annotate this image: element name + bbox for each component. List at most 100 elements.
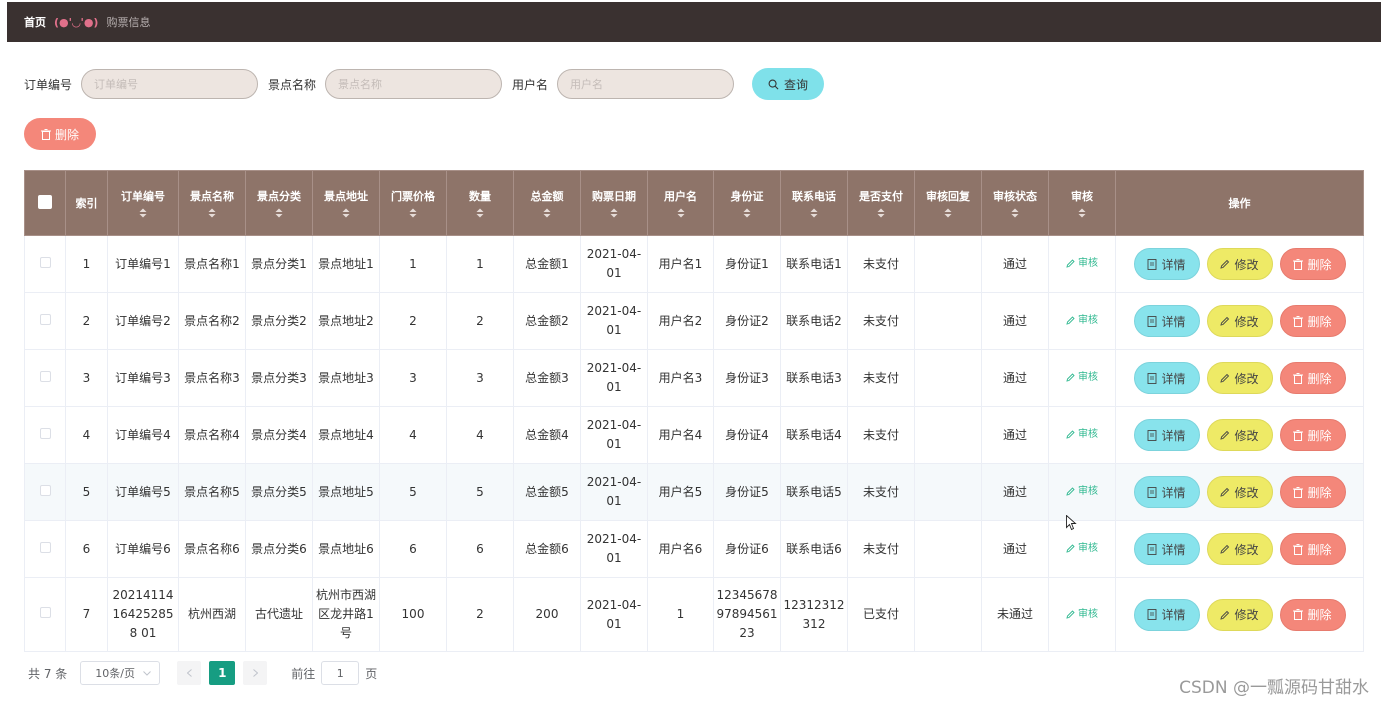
row-select-cell[interactable] (24, 235, 66, 293)
audit-link[interactable]: 审核 (1066, 311, 1098, 330)
page-number-current[interactable]: 1 (209, 661, 236, 685)
row-checkbox[interactable] (39, 484, 51, 496)
row-checkbox[interactable] (39, 370, 51, 382)
detail-button[interactable]: 详情 (1133, 305, 1200, 337)
column-header[interactable]: 联系电话 (780, 170, 848, 236)
username-label: 用户名 (512, 77, 549, 92)
prev-page-button[interactable] (177, 661, 202, 685)
table-row[interactable]: 2 订单编号2 景点名称2 景点分类2 景点地址2 2 2 总金额2 2021-04-01 用户名… (24, 292, 1364, 350)
row-select-cell[interactable] (24, 349, 66, 407)
delete-button[interactable]: 删除 (1279, 419, 1346, 451)
sort-caret-icon[interactable] (248, 208, 310, 218)
sort-caret-icon[interactable] (449, 208, 511, 218)
detail-button[interactable]: 详情 (1133, 598, 1200, 631)
row-checkbox[interactable] (39, 541, 51, 553)
table-row[interactable]: 1 订单编号1 景点名称1 景点分类1 景点地址1 1 1 总金额1 2021-04-01 用户名… (24, 235, 1364, 293)
sort-caret-icon[interactable] (110, 208, 176, 218)
row-checkbox[interactable] (39, 313, 51, 325)
column-header[interactable]: 用户名 (647, 170, 714, 236)
column-header[interactable]: 购票日期 (580, 170, 648, 236)
goto-page-input[interactable] (321, 661, 360, 685)
table-row[interactable]: 3 订单编号3 景点名称3 景点分类3 景点地址3 3 3 总金额3 2021-04-01 用户名… (24, 349, 1364, 407)
page-size-select[interactable]: 10条/页 (80, 661, 161, 685)
row-checkbox[interactable] (39, 256, 51, 268)
detail-button[interactable]: 详情 (1133, 419, 1200, 451)
row-select-cell[interactable] (24, 463, 66, 521)
delete-button[interactable]: 删除 (1279, 533, 1346, 565)
chevron-left-icon (186, 669, 192, 677)
edit-button[interactable]: 修改 (1206, 476, 1273, 508)
column-header[interactable]: 审核 (1048, 170, 1116, 236)
audit-link[interactable]: 审核 (1066, 425, 1098, 444)
column-header[interactable]: 审核回复 (914, 170, 982, 236)
table-row[interactable]: 6 订单编号6 景点名称6 景点分类6 景点地址6 6 6 总金额6 2021-04-01 用户名… (24, 520, 1364, 578)
audit-link[interactable]: 审核 (1066, 254, 1098, 273)
delete-button[interactable]: 删除 (1279, 305, 1346, 337)
column-header[interactable]: 景点地址 (312, 170, 380, 236)
column-header-label: 身份证 (730, 190, 764, 203)
edit-button[interactable]: 修改 (1206, 533, 1273, 565)
sort-caret-icon[interactable] (315, 208, 377, 218)
detail-button[interactable]: 详情 (1133, 476, 1200, 508)
sort-caret-icon[interactable] (516, 208, 578, 218)
row-select-cell[interactable] (24, 406, 66, 464)
edit-button[interactable]: 修改 (1206, 248, 1273, 280)
cell-order: 订单编号3 (107, 349, 179, 407)
breadcrumb-home[interactable]: 首页 (24, 14, 46, 30)
cell-actions: 详情 修改 删除 (1115, 520, 1364, 578)
column-header[interactable]: 总金额 (513, 170, 581, 236)
spot-name-input[interactable] (325, 69, 503, 99)
sort-caret-icon[interactable] (382, 208, 444, 218)
batch-delete-button[interactable]: 删除 (24, 118, 96, 150)
column-header[interactable]: 景点名称 (178, 170, 246, 236)
cell-audit: 审核 (1048, 577, 1116, 652)
column-header[interactable]: 订单编号 (107, 170, 179, 236)
audit-link[interactable]: 审核 (1066, 605, 1098, 624)
column-header[interactable]: 审核状态 (981, 170, 1049, 236)
sort-caret-icon[interactable] (650, 208, 711, 218)
sort-caret-icon[interactable] (850, 208, 912, 218)
detail-button[interactable]: 详情 (1133, 248, 1200, 280)
detail-button[interactable]: 详情 (1133, 533, 1200, 565)
row-select-cell[interactable] (24, 292, 66, 350)
edit-button[interactable]: 修改 (1206, 305, 1273, 337)
column-header[interactable]: 景点分类 (245, 170, 313, 236)
query-button[interactable]: 查询 (752, 68, 825, 100)
sort-caret-icon[interactable] (783, 208, 845, 218)
delete-button[interactable]: 删除 (1279, 362, 1346, 394)
sort-caret-icon[interactable] (917, 208, 979, 218)
sort-caret-icon[interactable] (181, 208, 243, 218)
column-header[interactable]: 身份证 (713, 170, 781, 236)
pencil-icon (1220, 373, 1230, 383)
detail-button[interactable]: 详情 (1133, 362, 1200, 394)
select-all-header[interactable] (24, 170, 66, 236)
table-row[interactable]: 7 20214114164252858 01 杭州西湖 古代遗址 杭州市西湖区龙井路1号… (24, 577, 1364, 652)
table-row[interactable]: 5 订单编号5 景点名称5 景点分类5 景点地址5 5 5 总金额5 2021-04-01 用户名… (24, 463, 1364, 521)
edit-button[interactable]: 修改 (1206, 362, 1273, 394)
order-number-input[interactable] (81, 69, 259, 99)
table-row[interactable]: 4 订单编号4 景点名称4 景点分类4 景点地址4 4 4 总金额4 2021-04-01 用户名… (24, 406, 1364, 464)
audit-link[interactable]: 审核 (1066, 482, 1098, 501)
edit-button[interactable]: 修改 (1206, 598, 1273, 631)
sort-caret-icon[interactable] (716, 208, 778, 218)
row-checkbox[interactable] (39, 607, 51, 618)
delete-button[interactable]: 删除 (1279, 598, 1346, 631)
column-header[interactable]: 是否支付 (847, 170, 915, 236)
sort-caret-icon[interactable] (984, 208, 1046, 218)
column-header[interactable]: 门票价格 (379, 170, 447, 236)
username-input[interactable] (557, 69, 735, 99)
delete-button[interactable]: 删除 (1279, 476, 1346, 508)
cell-user: 用户名2 (647, 292, 714, 350)
row-select-cell[interactable] (24, 520, 66, 578)
delete-button[interactable]: 删除 (1279, 248, 1346, 280)
sort-caret-icon[interactable] (1051, 208, 1113, 218)
edit-button[interactable]: 修改 (1206, 419, 1273, 451)
row-select-cell[interactable] (24, 577, 66, 652)
audit-link[interactable]: 审核 (1066, 368, 1098, 387)
audit-link[interactable]: 审核 (1066, 539, 1098, 558)
column-header[interactable]: 数量 (446, 170, 514, 236)
sort-caret-icon[interactable] (583, 208, 645, 218)
next-page-button[interactable] (243, 661, 268, 685)
select-all-checkbox[interactable] (38, 194, 52, 209)
row-checkbox[interactable] (39, 427, 51, 439)
